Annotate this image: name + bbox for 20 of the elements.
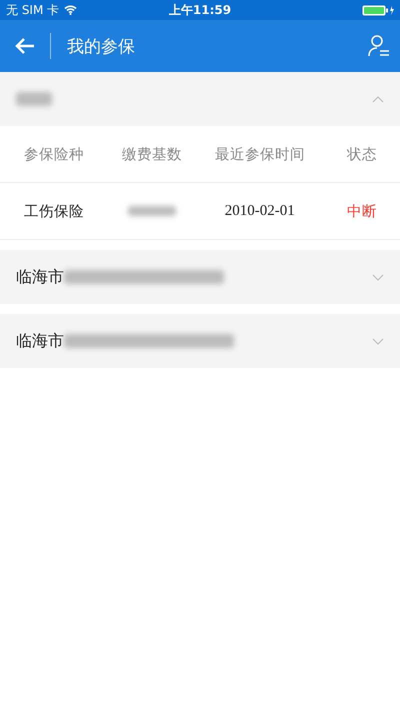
- redacted-text: [16, 92, 52, 106]
- status-text: 中断: [324, 182, 400, 240]
- battery-icon: [362, 4, 394, 16]
- column-header: 状态: [324, 126, 400, 182]
- page-title: 我的参保: [67, 36, 136, 58]
- user-switch-icon[interactable]: [368, 34, 390, 58]
- back-arrow-icon[interactable]: [14, 37, 36, 55]
- section-title: 临海市: [16, 330, 64, 352]
- section-header[interactable]: 临海市: [0, 250, 400, 304]
- section-header[interactable]: 临海市: [0, 314, 400, 368]
- column-header: 参保险种: [0, 126, 108, 182]
- column-header: 最近参保时间: [196, 126, 324, 182]
- column-header: 缴费基数: [108, 126, 196, 182]
- clock-text: 上午11:59: [168, 2, 232, 18]
- carrier-text: 无 SIM 卡: [6, 2, 60, 18]
- insurance-type: 工伤保险: [0, 182, 108, 240]
- wifi-icon: [64, 5, 78, 15]
- section-title: 临海市: [16, 266, 64, 288]
- redacted-text: [128, 206, 176, 216]
- date-text: 2010-02-01: [196, 182, 324, 240]
